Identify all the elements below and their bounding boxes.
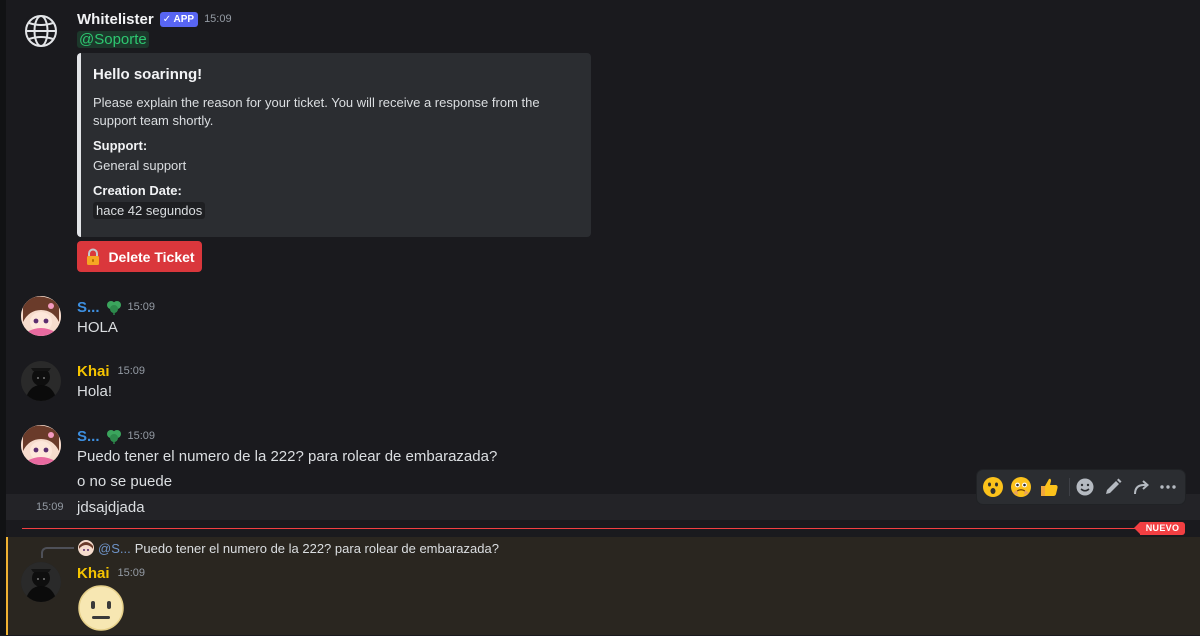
check-icon: ✓ — [162, 13, 172, 25]
username[interactable]: S... — [77, 428, 100, 445]
reply-mention[interactable]: @S... — [98, 541, 131, 556]
globe-icon — [22, 12, 60, 50]
mention-highlight-bar — [6, 537, 8, 635]
embed-card: Hello soarinng! Please explain the reaso… — [77, 53, 591, 237]
lock-icon — [87, 248, 100, 265]
timestamp[interactable]: 15:09 — [118, 567, 146, 579]
timestamp[interactable]: 15:09 — [204, 13, 232, 25]
message-actions-toolbar — [977, 470, 1185, 504]
edit-button[interactable] — [1101, 475, 1125, 499]
reply-text: Puedo tener el numero de la 222? para ro… — [134, 540, 499, 556]
embed-field-value: General support — [93, 158, 187, 173]
message-text: Hola! — [77, 383, 113, 400]
anime-avatar-icon — [21, 425, 61, 465]
message-header: S... 15:09 — [77, 297, 155, 317]
timestamp[interactable]: 15:09 — [128, 301, 156, 313]
anime-avatar-icon — [21, 296, 61, 336]
user-avatar[interactable] — [21, 425, 61, 465]
edit-icon — [1106, 478, 1122, 494]
hover-timestamp[interactable]: 15:09 — [36, 501, 64, 513]
toolbar-divider — [1069, 478, 1070, 496]
astonished-face-emoji — [983, 477, 1003, 497]
message-text: Puedo tener el numero de la 222? para ro… — [77, 448, 498, 465]
embed-field-value: hace 42 segundos — [93, 202, 206, 219]
neutral-face-emoji-icon — [78, 585, 124, 631]
username-whitelister[interactable]: Whitelister — [77, 11, 154, 28]
reply-spine — [41, 547, 74, 558]
message-header: Khai 15:09 — [77, 361, 145, 381]
forward-button[interactable] — [1129, 475, 1153, 499]
dark-figure-avatar-icon — [21, 562, 61, 602]
role-mention[interactable]: @Soporte — [77, 31, 149, 48]
message-content: @Soporte — [77, 31, 149, 48]
app-badge: ✓ APP — [159, 11, 199, 27]
timestamp[interactable]: 15:09 — [118, 365, 146, 377]
globe-avatar[interactable] — [21, 11, 61, 51]
clover-icon — [106, 301, 121, 315]
delete-ticket-button[interactable]: Delete Ticket — [77, 241, 202, 272]
thumbs-up-emoji — [1041, 478, 1058, 496]
thumbs-up-emoji-button[interactable] — [1037, 475, 1061, 499]
username[interactable]: S... — [77, 299, 100, 316]
face-holding-back-tears-emoji — [1011, 477, 1031, 497]
holding-tears-emoji-button[interactable] — [1009, 475, 1033, 499]
message-header: S... 15:09 — [77, 426, 155, 446]
reply-preview[interactable]: @S... Puedo tener el numero de la 222? p… — [78, 540, 499, 556]
add-reaction-icon — [1076, 478, 1094, 496]
message-text: HOLA — [77, 319, 118, 336]
more-icon — [1160, 485, 1176, 489]
message-header: Khai 15:09 — [77, 563, 145, 583]
embed-field-name: Support: — [93, 138, 148, 153]
forward-icon — [1134, 480, 1150, 495]
embed-description: Please explain the reason for your ticke… — [93, 95, 540, 128]
clover-icon — [106, 430, 121, 444]
message-text: jdsajdjada — [77, 499, 145, 516]
embed-title: Hello soarinng! — [93, 66, 203, 83]
new-messages-pill: NUEVO — [1134, 522, 1185, 535]
username-khai[interactable]: Khai — [77, 565, 110, 582]
new-messages-divider — [22, 528, 1140, 529]
user-avatar[interactable] — [21, 361, 61, 401]
embed-field-name: Creation Date: — [93, 183, 182, 198]
more-options-button[interactable] — [1156, 475, 1180, 499]
astonished-face-emoji-button[interactable] — [981, 475, 1005, 499]
timestamp[interactable]: 15:09 — [128, 430, 156, 442]
neutral-face-emoji[interactable] — [77, 584, 125, 632]
username-khai[interactable]: Khai — [77, 363, 110, 380]
user-avatar[interactable] — [21, 296, 61, 336]
dark-figure-avatar-icon — [21, 361, 61, 401]
delete-ticket-label: Delete Ticket — [108, 248, 195, 265]
relative-time-pill: hace 42 segundos — [93, 202, 206, 219]
app-badge-label: APP — [173, 13, 195, 25]
add-reaction-button[interactable] — [1073, 475, 1097, 499]
reply-avatar-icon — [78, 540, 94, 556]
user-avatar[interactable] — [21, 562, 61, 602]
message-header-whitelister: Whitelister ✓ APP 15:09 — [77, 10, 232, 28]
message-text: o no se puede — [77, 473, 173, 490]
